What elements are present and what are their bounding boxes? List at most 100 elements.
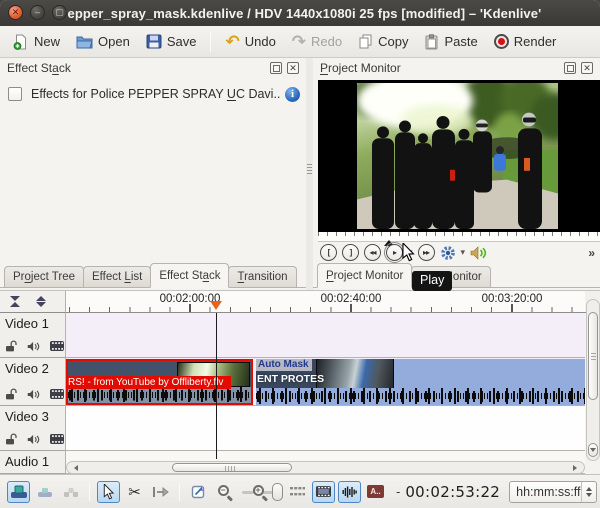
tab-transition[interactable]: Transition	[228, 266, 296, 287]
ruler-ticks	[66, 307, 585, 312]
track-lane-video3[interactable]	[66, 406, 585, 451]
set-zone-start-button[interactable]: [	[320, 244, 337, 261]
panel-close-icon[interactable]: ✕	[581, 62, 593, 74]
paste-button[interactable]: Paste	[418, 31, 483, 53]
vertical-scrollbar-thumb[interactable]	[588, 312, 598, 400]
timeline-playhead-icon[interactable]	[210, 301, 222, 316]
insert-mode-icon	[63, 486, 79, 498]
video-track-icon[interactable]	[50, 389, 64, 399]
copy-button[interactable]: Copy	[352, 31, 414, 52]
open-folder-icon	[76, 34, 93, 49]
tab-project-tree[interactable]: Project Tree	[4, 266, 84, 287]
scroll-down-button[interactable]	[588, 443, 598, 457]
effect-stack-header: Effect Stack ✕	[0, 58, 306, 78]
lock-icon[interactable]	[5, 340, 17, 352]
show-audio-thumbnails-button[interactable]	[338, 481, 361, 503]
mute-speaker-icon[interactable]	[27, 341, 40, 352]
overwrite-edit-mode-button[interactable]	[33, 481, 56, 503]
volume-speaker-icon[interactable]	[470, 246, 487, 260]
spinner-icons[interactable]	[581, 482, 596, 502]
clip-title-label: Auto Mask	[256, 359, 312, 371]
effect-enable-row: Effects for Police PEPPER SPRAY UC Davi.…	[8, 84, 300, 104]
window-close-button[interactable]: ✕	[8, 5, 23, 20]
zoom-out-icon: −	[217, 484, 233, 500]
clip-selected[interactable]: RS! - from YouTube by Offliberty.flv	[66, 359, 253, 405]
zoom-out-button[interactable]: −	[213, 481, 236, 503]
selection-tool-button[interactable]	[97, 481, 120, 503]
razor-tool-button[interactable]: ✂	[123, 481, 146, 503]
timeline-ruler[interactable]: 00:02:00:00 00:02:40:00 00:03:20:00	[66, 291, 585, 313]
automatic-transitions-button[interactable]	[286, 481, 309, 503]
scissors-icon: ✂	[128, 483, 141, 501]
scroll-left-icon[interactable]	[71, 465, 78, 471]
monitor-seek-ruler[interactable]	[318, 232, 600, 242]
vertical-scrollbar[interactable]	[586, 299, 600, 461]
insert-edit-mode-button[interactable]	[59, 481, 82, 503]
panel-close-icon[interactable]: ✕	[287, 62, 299, 74]
audio-waveform	[256, 388, 585, 405]
track-header-video3[interactable]: Video 3	[0, 406, 66, 451]
scroll-right-icon[interactable]	[573, 465, 580, 471]
clip-auto-mask[interactable]: Auto Mask ENT PROTES	[256, 359, 585, 405]
track-header-video2[interactable]: Video 2	[0, 358, 66, 406]
track-header-video1[interactable]: Video 1	[0, 313, 66, 358]
clip-text-label: ENT PROTES	[257, 373, 324, 385]
zoom-slider-handle[interactable]	[272, 483, 283, 501]
show-marker-comments-button[interactable]: A..	[364, 481, 387, 503]
project-monitor-title: Project Monitor	[320, 61, 401, 75]
transport-controls: [ ] ◂◂ ▸ ▾ ▸▸ ▾ »	[313, 242, 600, 263]
mouse-cursor	[401, 243, 415, 262]
mute-speaker-icon[interactable]	[27, 389, 40, 400]
tab-project-monitor[interactable]: Project Monitor	[317, 263, 412, 288]
play-tooltip: Play	[412, 271, 452, 291]
redo-button[interactable]: ↷ Redo	[286, 31, 348, 52]
fit-tracks-icon[interactable]	[10, 296, 20, 307]
horizontal-scrollbar[interactable]	[66, 461, 585, 474]
normal-edit-mode-button[interactable]	[7, 481, 30, 503]
video-track-icon[interactable]	[50, 341, 64, 351]
render-button[interactable]: Render	[488, 31, 563, 52]
kdenlive-window: ✕ – ▢ Pepper_spray_mask.kdenlive / HDV 1…	[0, 0, 600, 508]
window-title: Pepper_spray_mask.kdenlive / HDV 1440x10…	[0, 6, 600, 21]
show-video-thumbnails-button[interactable]	[312, 481, 335, 503]
forward-button[interactable]: ▸▸	[418, 244, 435, 261]
panel-float-icon[interactable]	[564, 62, 576, 74]
track-header-audio1[interactable]: Audio 1	[0, 451, 66, 474]
fit-zoom-button[interactable]	[187, 481, 210, 503]
panel-splitter[interactable]	[306, 58, 313, 290]
lock-icon[interactable]	[5, 433, 17, 445]
rewind-button[interactable]: ◂◂	[364, 244, 381, 261]
track-dashes-icon	[290, 486, 305, 497]
horizontal-scrollbar-thumb[interactable]	[172, 463, 292, 472]
window-maximize-button[interactable]: ▢	[52, 5, 67, 20]
effect-stack-panel: Effect Stack ✕ Effects for Police PEPPER…	[0, 58, 306, 290]
audio-waveform	[68, 387, 251, 403]
panel-float-icon[interactable]	[270, 62, 282, 74]
spacer-tool-button[interactable]	[149, 481, 172, 503]
undo-button[interactable]: ↶ Undo	[219, 31, 281, 52]
expand-tracks-icon[interactable]	[36, 296, 46, 307]
tab-effect-list[interactable]: Effect List	[83, 266, 151, 287]
video-track-icon[interactable]	[50, 434, 64, 444]
toolbar-overflow-icon[interactable]: »	[588, 246, 595, 260]
mute-speaker-icon[interactable]	[27, 434, 40, 445]
settings-dropdown-icon[interactable]: ▾	[461, 247, 466, 258]
info-icon[interactable]: i	[285, 87, 300, 102]
spacer-arrow-icon	[153, 486, 169, 498]
render-record-icon	[494, 34, 509, 49]
lock-icon[interactable]	[5, 388, 17, 400]
effect-enable-checkbox[interactable]	[8, 87, 22, 101]
project-monitor-panel: Project Monitor ✕	[313, 58, 600, 290]
window-minimize-button[interactable]: –	[30, 5, 45, 20]
timecode-format-select[interactable]: hh:mm:ss:ff	[509, 481, 596, 503]
redo-icon: ↷	[292, 35, 306, 49]
new-button[interactable]: New	[7, 31, 66, 53]
track-lane-video1[interactable]	[66, 313, 585, 358]
track-lane-video2[interactable]: RS! - from YouTube by Offliberty.flv Aut…	[66, 358, 585, 406]
monitor-settings-gear-icon[interactable]	[440, 245, 456, 261]
zoom-in-icon: +	[252, 484, 268, 500]
set-zone-end-button[interactable]: ]	[342, 244, 359, 261]
save-button[interactable]: Save	[140, 31, 203, 52]
open-button[interactable]: Open	[70, 31, 136, 52]
tab-effect-stack[interactable]: Effect Stack	[150, 263, 229, 288]
